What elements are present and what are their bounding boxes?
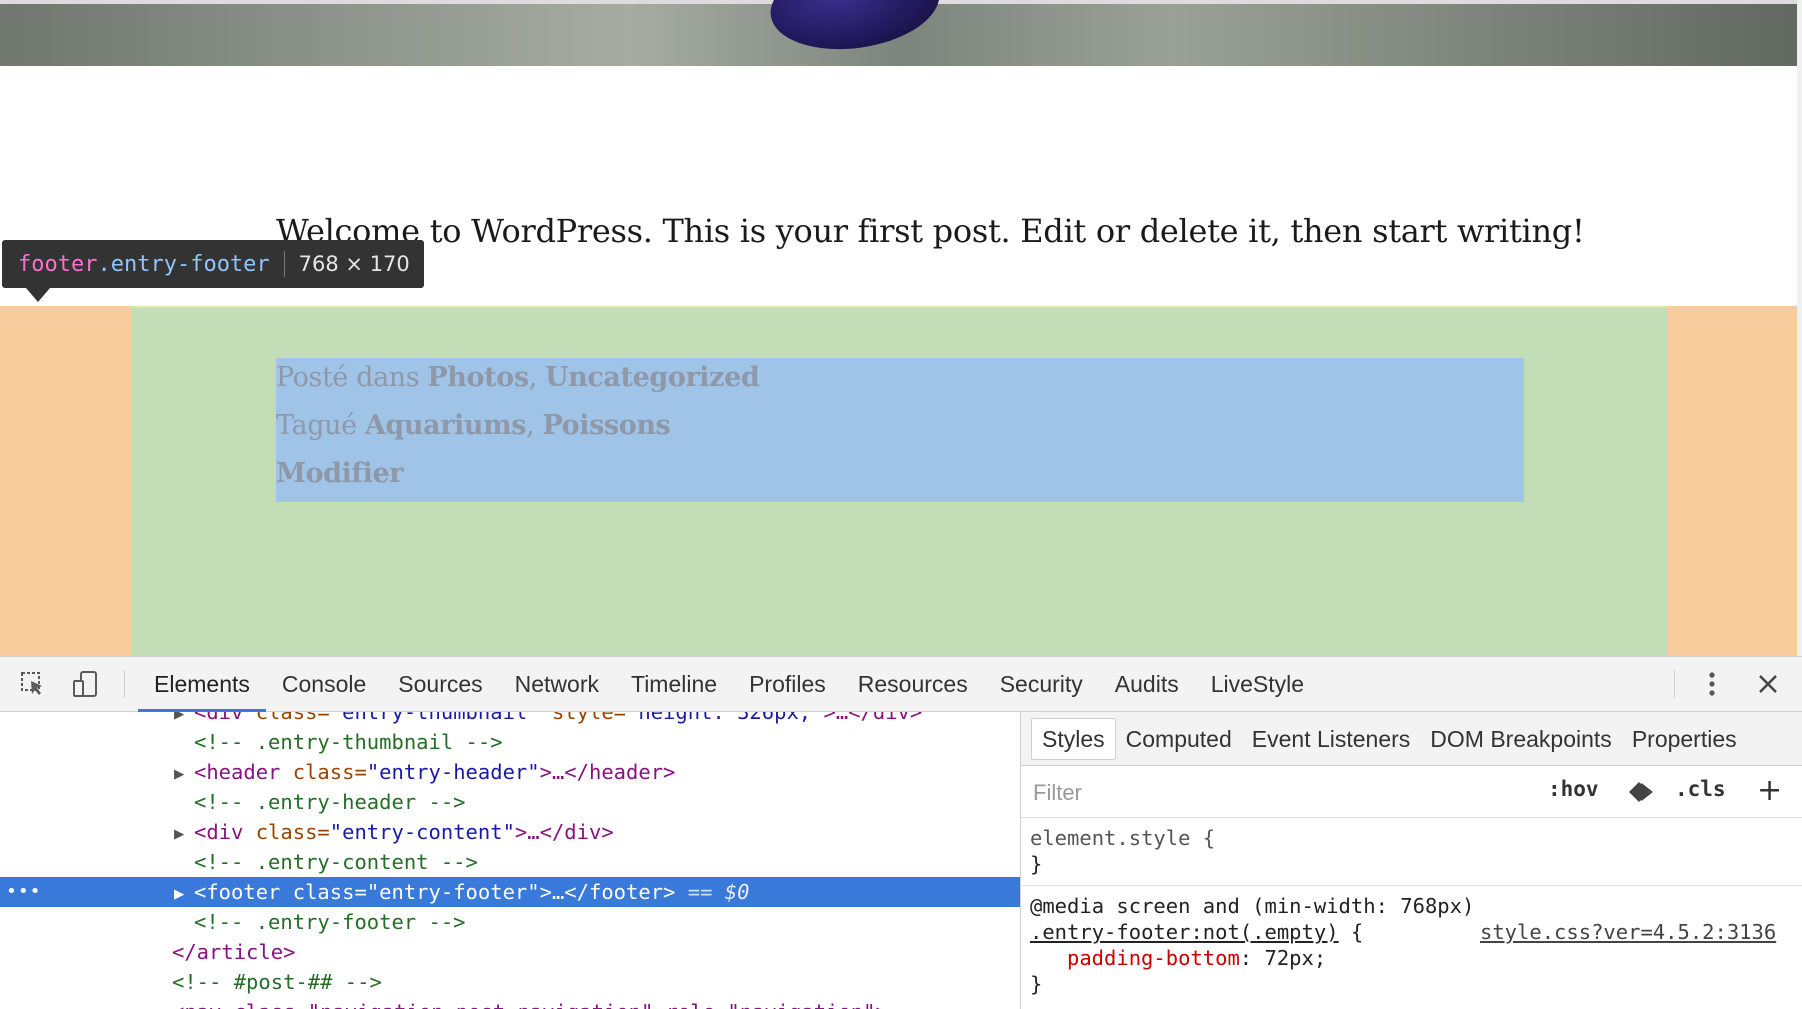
tooltip-divider [283,251,285,277]
devtools-panel: Elements Console Sources Network Timelin… [0,656,1802,1009]
more-options-icon[interactable] [1700,668,1724,700]
new-style-rule-button[interactable]: + [1757,773,1782,808]
styles-sidebar: Styles Computed Event Listeners DOM Brea… [1021,712,1802,1009]
sidebar-tabs: Styles Computed Event Listeners DOM Brea… [1021,712,1802,766]
media-query-text: @media screen and (min-width: 768px) [1030,894,1475,918]
devtools-toolbar: Elements Console Sources Network Timelin… [0,657,1802,712]
hover-state-button[interactable]: :hov [1548,777,1599,801]
tag-link-poissons[interactable]: Poissons [542,410,670,441]
dom-node-entry-content[interactable]: ▶ <div class="entry-content">…</div> [0,817,1020,847]
tab-computed[interactable]: Computed [1116,719,1242,759]
footer-margin-left-highlight [0,306,132,656]
edit-post-link[interactable]: Modifier [276,458,404,489]
tab-dom-breakpoints[interactable]: DOM Breakpoints [1420,719,1622,759]
page-viewport: Welcome to WordPress. This is your first… [0,0,1802,656]
toolbar-divider-right [1674,670,1675,698]
expand-caret-icon[interactable]: ▶ [174,819,194,849]
devtools-tabs: Elements Console Sources Network Timelin… [138,657,1320,712]
css-rule-selector[interactable]: .entry-footer:not(.empty) { [1030,920,1363,944]
category-link-photos[interactable]: Photos [427,362,529,393]
category-link-uncategorized[interactable]: Uncategorized [545,362,760,393]
css-rule-close: } [1030,972,1043,996]
tab-event-listeners[interactable]: Event Listeners [1242,719,1421,759]
tab-network[interactable]: Network [499,657,615,711]
expand-caret-icon[interactable]: ▶ [174,879,194,909]
post-intro-text: Welcome to WordPress. This is your first… [276,212,1585,250]
element-style-close: } [1030,852,1043,876]
close-devtools-icon[interactable] [1752,668,1784,700]
css-property-padding-bottom[interactable]: padding-bottom: 72px; [1067,946,1326,970]
dom-node-entry-header[interactable]: ▶ <header class="entry-header">…</header> [0,757,1020,787]
tooltip-size: 768 × 170 [298,252,410,276]
page-scrollbar[interactable] [1797,0,1802,656]
dom-comment-entry-thumbnail[interactable]: <!-- .entry-thumbnail --> [0,727,1020,757]
tag-separator: , [526,410,543,441]
tab-styles[interactable]: Styles [1031,717,1116,760]
tab-audits[interactable]: Audits [1099,657,1195,711]
node-actions-dots[interactable]: ••• [6,877,42,907]
tab-livestyle[interactable]: LiveStyle [1195,657,1320,711]
dom-node-entry-footer-selected[interactable]: ••• ▶ <footer class="entry-footer">…</foo… [0,877,1020,907]
categories-prefix: Posté dans [276,362,428,393]
property-name[interactable]: padding-bottom [1067,946,1240,970]
dom-comment-post[interactable]: <!-- #post-## --> [0,967,1020,997]
tooltip-class: .entry-footer [97,251,270,277]
tooltip-arrow [26,288,50,302]
category-separator: , [528,362,546,393]
dom-node-navigation[interactable]: ▶<nav class="navigation post-navigation"… [0,997,1020,1009]
footer-margin-right-highlight [1668,306,1802,656]
tab-resources[interactable]: Resources [842,657,984,711]
fish-shape [764,0,946,60]
rule-open-brace: { [1338,920,1364,944]
dom-comment-entry-content[interactable]: <!-- .entry-content --> [0,847,1020,877]
device-toolbar-icon[interactable] [70,668,102,700]
inspect-tooltip: footer .entry-footer 768 × 170 [2,240,424,288]
padding-top-edge [132,306,1668,308]
expand-caret-icon[interactable]: ▶ [174,759,194,789]
tooltip-tag: footer [18,251,98,277]
elements-dom-tree: ▶ <div class="entry-thumbnail" style="hei… [0,712,1020,1009]
tab-properties[interactable]: Properties [1622,719,1747,759]
tab-console[interactable]: Console [266,657,382,711]
tab-security[interactable]: Security [984,657,1099,711]
stylesheet-source-link[interactable]: style.css?ver=4.5.2:3136 [1480,920,1776,944]
rule-separator [1021,885,1802,886]
tags-prefix: Tagué [276,410,365,441]
dom-close-article[interactable]: </article> [0,937,1020,967]
dom-comment-entry-header[interactable]: <!-- .entry-header --> [0,787,1020,817]
inspect-element-icon[interactable] [17,668,49,700]
tag-link-aquariums[interactable]: Aquariums [365,410,527,441]
toolbar-divider [124,670,125,698]
dom-comment-entry-footer[interactable]: <!-- .entry-footer --> [0,907,1020,937]
dom-node-entry-thumbnail[interactable]: ▶ <div class="entry-thumbnail" style="hei… [0,712,1020,727]
paint-brush-icon[interactable] [1626,779,1656,805]
class-toggle-button[interactable]: .cls [1675,777,1726,801]
tab-timeline[interactable]: Timeline [615,657,733,711]
footer-content-highlight: Posté dans Photos, Uncategorized Tagué A… [276,358,1524,502]
tab-profiles[interactable]: Profiles [733,657,842,711]
tab-elements[interactable]: Elements [138,657,266,712]
styles-filter-bar: :hov .cls + [1021,767,1802,818]
hero-image [0,0,1802,66]
selector-text[interactable]: .entry-footer:not(.empty) [1030,920,1339,944]
footer-categories: Posté dans Photos, Uncategorized [276,362,760,393]
element-style-selector[interactable]: element.style { [1030,826,1215,850]
tab-sources[interactable]: Sources [382,657,498,711]
property-value[interactable]: : 72px; [1240,946,1326,970]
footer-tags: Tagué Aquariums, Poissons [276,410,671,441]
styles-filter-input[interactable] [1031,776,1435,810]
